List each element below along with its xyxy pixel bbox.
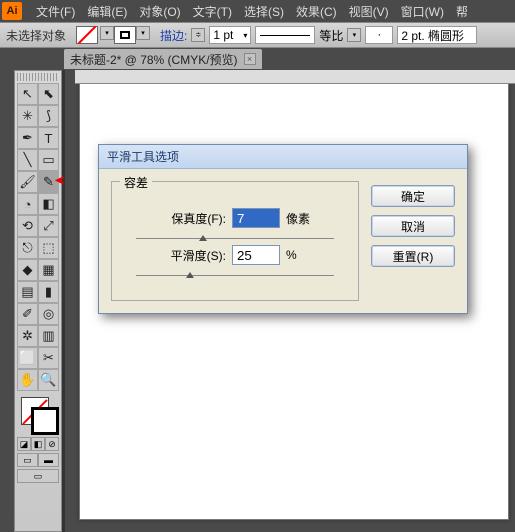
selection-tool-icon[interactable]: ↖ <box>17 83 38 105</box>
menubar: Ai 文件(F) 编辑(E) 对象(O) 文字(T) 选择(S) 效果(C) 视… <box>0 0 515 22</box>
pen-tool-icon[interactable]: ✒ <box>17 127 38 149</box>
cancel-button[interactable]: 取消 <box>371 215 455 237</box>
side-gutter <box>0 70 14 532</box>
eyedropper-tool-icon[interactable]: ✐ <box>17 303 38 325</box>
stroke-swatch[interactable] <box>114 26 136 44</box>
ruler-horizontal <box>75 70 515 84</box>
smoothness-unit: % <box>286 248 316 262</box>
screen-mode-icon[interactable]: ▭ <box>17 469 59 483</box>
type-tool-icon[interactable]: T <box>38 127 59 149</box>
screen-mode-2-icon[interactable]: ▬ <box>38 453 59 467</box>
smooth-tool-options-dialog: 平滑工具选项 容差 保真度(F): 像素 平滑度(S): % 确定 <box>98 144 468 314</box>
blob-tool-icon[interactable]: ◔ <box>17 193 38 215</box>
ratio-field[interactable]: · <box>365 26 393 44</box>
menu-type[interactable]: 文字(T) <box>187 1 238 22</box>
symbol-tool-icon[interactable]: ✲ <box>17 325 38 347</box>
tab-title: 未标题-2* @ 78% (CMYK/预览) <box>70 51 238 68</box>
perspective-tool-icon[interactable]: ▦ <box>38 259 59 281</box>
ratio-label: 等比 <box>319 27 343 44</box>
rect-tool-icon[interactable]: ▭ <box>38 149 59 171</box>
smoothness-label: 平滑度(S): <box>154 247 226 264</box>
tab-bar: 未标题-2* @ 78% (CMYK/预览) × <box>0 48 515 70</box>
wand-tool-icon[interactable]: ✳ <box>17 105 38 127</box>
direct-select-tool-icon[interactable]: ⬉ <box>38 83 59 105</box>
fidelity-slider[interactable] <box>136 238 334 239</box>
tab-close-icon[interactable]: × <box>244 53 256 65</box>
fidelity-label: 保真度(F): <box>154 210 226 227</box>
menu-window[interactable]: 窗口(W) <box>395 1 450 22</box>
control-bar: 未选择对象 ▾ ▾ 描边: ≑ 1 pt▾ 等比 ▾ · 2 pt. 椭圆形 <box>0 22 515 48</box>
menu-file[interactable]: 文件(F) <box>30 1 81 22</box>
fidelity-input[interactable] <box>232 208 280 228</box>
screen-mode-1-icon[interactable]: ▭ <box>17 453 38 467</box>
selection-status: 未选择对象 <box>6 27 66 44</box>
menu-help[interactable]: 帮 <box>450 1 474 22</box>
tool-panel: ↖⬉ ✳⟆ ✒T ╲▭ 🖌✎ ◔◧ ⟲⤢ ⎋⬚ ◆▦ ▤▮ ✐◎ ✲▥ ⬜✂ ✋… <box>14 70 62 532</box>
slider-thumb-icon[interactable] <box>199 235 207 241</box>
stroke-style[interactable] <box>255 26 315 44</box>
stroke-dropdown[interactable]: ▾ <box>136 26 150 40</box>
panel-stroke-swatch[interactable] <box>31 407 59 435</box>
gradient-mode-icon[interactable]: ◧ <box>31 437 45 451</box>
tolerance-fieldset: 容差 保真度(F): 像素 平滑度(S): % <box>111 181 359 301</box>
eraser-tool-icon[interactable]: ◧ <box>38 193 59 215</box>
zoom-tool-icon[interactable]: 🔍 <box>38 369 59 391</box>
menu-view[interactable]: 视图(V) <box>343 1 395 22</box>
width-tool-icon[interactable]: ⎋ <box>17 237 38 259</box>
fill-dropdown[interactable]: ▾ <box>100 26 114 40</box>
slice-tool-icon[interactable]: ✂ <box>38 347 59 369</box>
brush-tool-icon[interactable]: 🖌 <box>17 171 38 193</box>
graph-tool-icon[interactable]: ▥ <box>38 325 59 347</box>
shape-field[interactable]: 2 pt. 椭圆形 <box>397 26 477 44</box>
dialog-title: 平滑工具选项 <box>99 145 467 169</box>
fill-swatch[interactable] <box>76 26 98 44</box>
smoothness-input[interactable] <box>232 245 280 265</box>
tolerance-legend: 容差 <box>120 174 152 191</box>
smoothness-slider[interactable] <box>136 275 334 276</box>
stroke-label: 描边: <box>160 27 187 44</box>
fill-stroke-panel[interactable] <box>17 395 63 435</box>
scale-tool-icon[interactable]: ⤢ <box>38 215 59 237</box>
rotate-tool-icon[interactable]: ⟲ <box>17 215 38 237</box>
menu-select[interactable]: 选择(S) <box>238 1 290 22</box>
line-tool-icon[interactable]: ╲ <box>17 149 38 171</box>
color-mode-icon[interactable]: ◪ <box>17 437 31 451</box>
menu-effect[interactable]: 效果(C) <box>290 1 343 22</box>
stroke-weight-field[interactable]: 1 pt▾ <box>209 26 251 44</box>
menu-object[interactable]: 对象(O) <box>133 1 186 22</box>
gradient-tool-icon[interactable]: ▮ <box>38 281 59 303</box>
artboard-tool-icon[interactable]: ⬜ <box>17 347 38 369</box>
ok-button[interactable]: 确定 <box>371 185 455 207</box>
fidelity-unit: 像素 <box>286 210 316 227</box>
document-tab[interactable]: 未标题-2* @ 78% (CMYK/预览) × <box>64 49 262 69</box>
blend-tool-icon[interactable]: ◎ <box>38 303 59 325</box>
shape-builder-icon[interactable]: ◆ <box>17 259 38 281</box>
reset-button[interactable]: 重置(R) <box>371 245 455 267</box>
hand-tool-icon[interactable]: ✋ <box>17 369 38 391</box>
slider-thumb-icon[interactable] <box>186 272 194 278</box>
menu-edit[interactable]: 编辑(E) <box>81 1 133 22</box>
ai-logo: Ai <box>2 2 22 20</box>
free-transform-icon[interactable]: ⬚ <box>38 237 59 259</box>
fill-stroke-swatch[interactable]: ▾ ▾ <box>76 26 150 44</box>
stroke-stepper[interactable]: ≑ <box>191 28 205 42</box>
ratio-dropdown[interactable]: ▾ <box>347 28 361 42</box>
none-mode-icon[interactable]: ⊘ <box>45 437 59 451</box>
mesh-tool-icon[interactable]: ▤ <box>17 281 38 303</box>
lasso-tool-icon[interactable]: ⟆ <box>38 105 59 127</box>
annotation-arrow-icon: ➤ <box>54 172 66 189</box>
panel-grip[interactable] <box>17 73 59 81</box>
